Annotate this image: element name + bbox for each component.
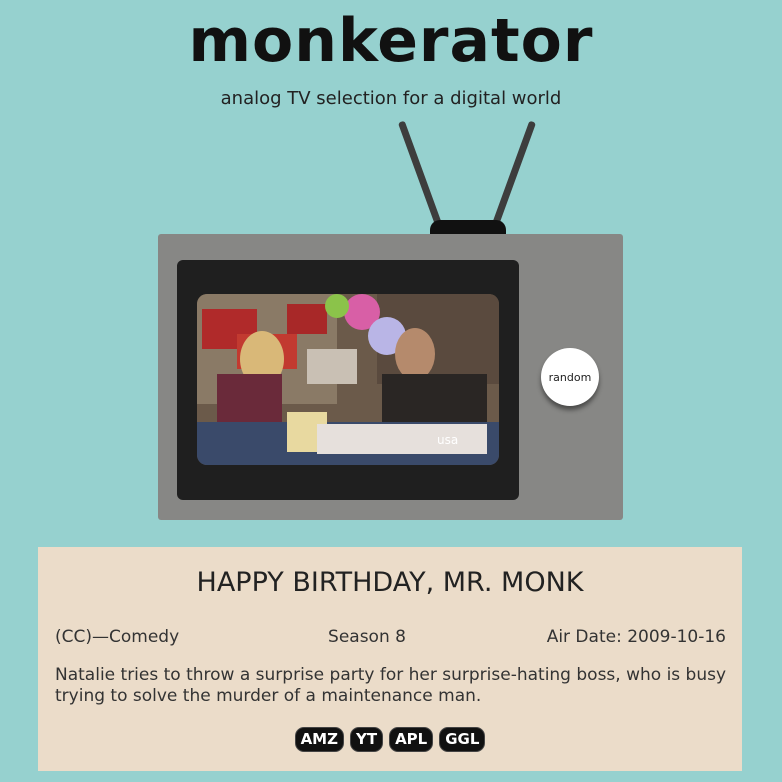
logo: monkerator — [188, 6, 594, 76]
tv-screen[interactable]: usa — [197, 294, 499, 465]
link-ggl[interactable]: GGL — [439, 727, 486, 752]
random-button[interactable]: random — [541, 348, 599, 406]
link-amz[interactable]: AMZ — [294, 727, 344, 752]
antenna-right — [491, 120, 537, 229]
link-apl[interactable]: APL — [389, 727, 434, 752]
air-date: Air Date: 2009-10-16 — [546, 627, 726, 647]
tagline: analog TV selection for a digital world — [220, 88, 562, 109]
link-yt[interactable]: YT — [349, 727, 384, 752]
streaming-links: AMZ YT APL GGL — [38, 727, 742, 752]
antenna-left — [397, 120, 443, 229]
episode-title: HAPPY BIRTHDAY, MR. MONK — [196, 567, 584, 598]
screen-watermark: usa — [437, 433, 458, 447]
episode-description: Natalie tries to throw a surprise party … — [55, 665, 727, 706]
episode-info-panel: HAPPY BIRTHDAY, MR. MONK (CC)—Comedy Sea… — [38, 547, 742, 771]
episode-still-image: usa — [197, 294, 499, 465]
